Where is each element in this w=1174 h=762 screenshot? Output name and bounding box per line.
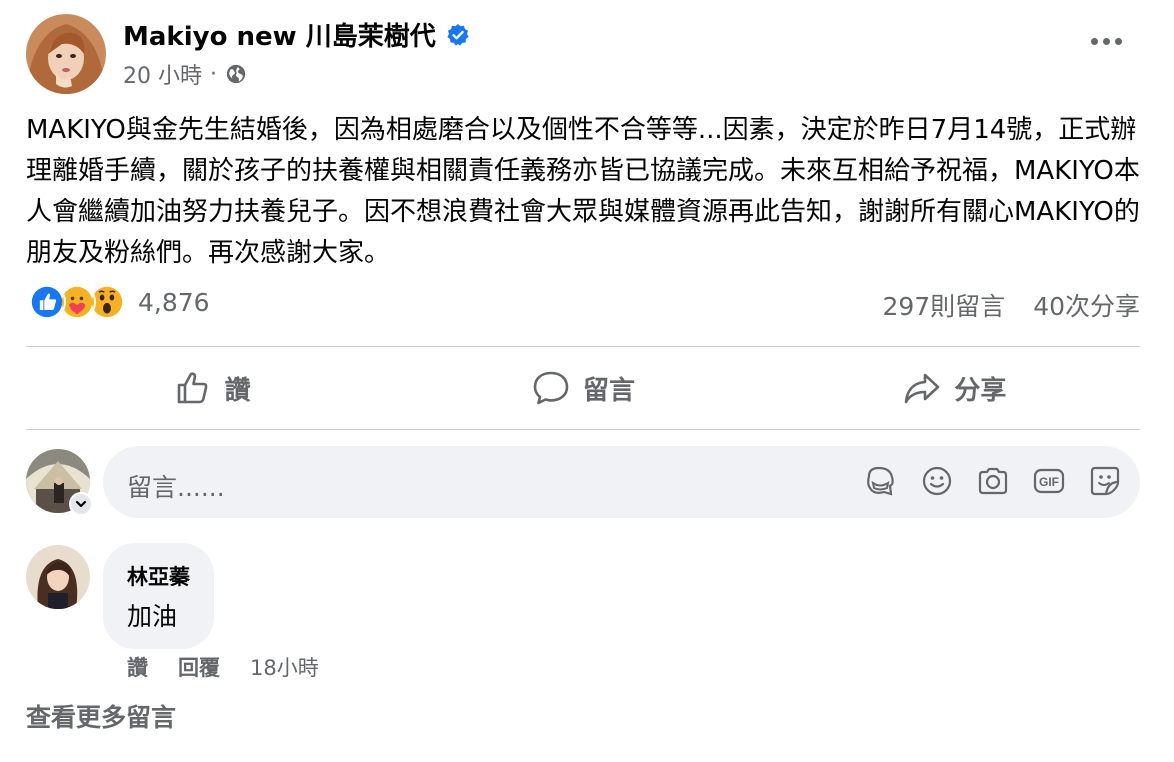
verified-badge-icon [447, 23, 469, 46]
comment-button[interactable]: 留言 [397, 347, 768, 429]
comment-like-button[interactable]: 讚 [127, 652, 148, 682]
comment-input-placeholder: 留言...... [127, 473, 225, 502]
post-text: MAKIYO與金先生結婚後，因為相處磨合以及個性不合等等...因素，決定於昨日7… [26, 115, 1140, 268]
dot-icon [1103, 38, 1110, 45]
comment-actions: 讚 回覆 18小時 [127, 652, 319, 682]
comment-time[interactable]: 18小時 [250, 652, 319, 682]
comment-text: 加油 [127, 602, 178, 631]
comment-label: 留言 [582, 375, 635, 406]
svg-text:GIF: GIF [1039, 475, 1059, 489]
like-icon [28, 283, 66, 321]
thumbs-up-icon [177, 372, 208, 404]
author-name[interactable]: Makiyo new 川島茉樹代 [123, 16, 436, 53]
camera-icon[interactable] [976, 464, 1010, 498]
comment-bubble: 林亞蓁 加油 [103, 543, 214, 649]
share-button[interactable]: 分享 [769, 347, 1140, 429]
composer-tools: GIF [864, 464, 1122, 498]
post-card: Makiyo new 川島茉樹代 20 小時 · MAKIYO與金先生結婚後，因… [0, 0, 1174, 762]
gif-icon[interactable]: GIF [1032, 464, 1066, 498]
account-switch-button[interactable] [69, 492, 93, 516]
dot-icon [1091, 38, 1098, 45]
author-avatar[interactable] [26, 14, 106, 94]
share-icon [905, 373, 940, 404]
meta-separator: · [210, 61, 217, 87]
divider [26, 429, 1140, 430]
like-label: 讚 [224, 375, 251, 406]
author-row: Makiyo new 川島茉樹代 [123, 16, 470, 53]
view-more-comments-link[interactable]: 查看更多留言 [26, 698, 176, 734]
globe-icon [226, 64, 246, 84]
commenter-name[interactable]: 林亞蓁 [127, 561, 190, 591]
post-stats: 297則留言 40次分享 [882, 287, 1140, 323]
share-count[interactable]: 40次分享 [1033, 287, 1140, 323]
share-label: 分享 [954, 375, 1007, 406]
like-button[interactable]: 讚 [26, 347, 397, 429]
comment-count[interactable]: 297則留言 [882, 287, 1005, 323]
reaction-count: 4,876 [138, 287, 210, 317]
avatar-sticker-icon[interactable] [864, 464, 898, 498]
chevron-down-icon [75, 500, 87, 508]
post-meta: 20 小時 · [123, 58, 247, 90]
comment-reply-button[interactable]: 回覆 [178, 652, 220, 682]
sticker-icon[interactable] [1088, 464, 1122, 498]
dot-icon [1115, 38, 1122, 45]
comment-icon [533, 371, 569, 405]
post-time[interactable]: 20 小時 [123, 58, 202, 90]
action-bar: 讚 留言 分享 [26, 347, 1140, 429]
comment-input[interactable]: 留言...... GIF [103, 446, 1140, 518]
emoji-icon[interactable] [920, 464, 954, 498]
reactions-summary[interactable]: 4,876 [28, 283, 210, 321]
commenter-avatar[interactable] [26, 545, 90, 609]
more-options-button[interactable] [1091, 38, 1122, 45]
